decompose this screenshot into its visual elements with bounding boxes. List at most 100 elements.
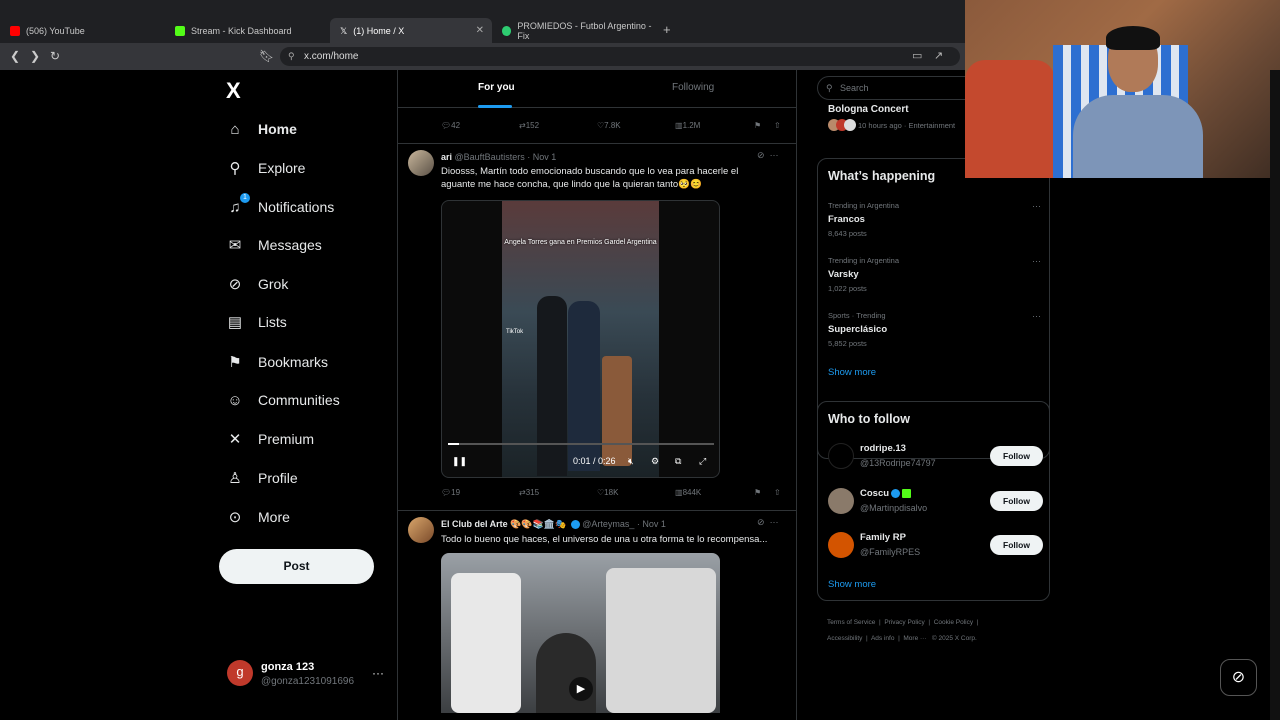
forward-icon[interactable]: ❯ [30, 49, 40, 63]
share-icon[interactable]: ↗ [934, 49, 943, 62]
footer-link[interactable]: Terms of Service [827, 619, 875, 626]
address-bar[interactable]: ⚲ x.com/home [280, 47, 960, 66]
author-handle[interactable]: @BauftBautisters [455, 152, 525, 162]
follow-suggestion[interactable]: Family RP @FamilyRPES Follow [828, 530, 1043, 560]
tab-for-you[interactable]: For you [478, 82, 515, 93]
show-more-link[interactable]: Show more [828, 579, 876, 590]
account-switcher[interactable]: g gonza 123 @gonza1231091696 ··· [227, 660, 387, 690]
pip-icon[interactable]: ⧉ [675, 456, 681, 467]
nav-messages[interactable]: ✉ Messages [226, 231, 322, 259]
more-dots-icon[interactable]: ··· [770, 517, 779, 527]
nav-lists[interactable]: ▤ Lists [226, 308, 287, 336]
footer-link[interactable]: More ··· [903, 635, 926, 642]
follow-button[interactable]: Follow [990, 535, 1043, 555]
suggestion-name: Coscu [860, 488, 890, 499]
nav-label: Messages [258, 237, 322, 253]
site-info-icon[interactable]: ⚲ [288, 47, 295, 66]
close-tab-icon[interactable]: ✕ [476, 25, 484, 36]
like-button[interactable]: ♡ 18K [597, 488, 618, 497]
fullscreen-icon[interactable]: ⤢ [699, 456, 706, 467]
follow-button[interactable]: Follow [990, 491, 1043, 511]
trend-item[interactable]: Trending in Argentina Varsky 1,022 posts… [828, 256, 1043, 293]
browser-tab-kick[interactable]: Stream - Kick Dashboard [165, 18, 330, 43]
more-dots-icon[interactable]: ··· [1032, 311, 1041, 321]
tab-following[interactable]: Following [672, 82, 714, 93]
views-button[interactable]: ▥ 844K [675, 488, 701, 497]
avatar[interactable] [408, 517, 434, 543]
x-logo-icon[interactable]: X [226, 78, 241, 104]
video-person [568, 301, 600, 471]
share-icon[interactable]: ⇧ [774, 121, 781, 130]
reply-count: 19 [451, 488, 461, 497]
reload-icon[interactable]: ↻ [50, 49, 60, 63]
top-trend[interactable]: Bologna Concert 10 hours ago · Entertain… [828, 104, 955, 131]
author-name[interactable]: ari [441, 152, 452, 162]
video-podium [602, 356, 632, 466]
back-icon[interactable]: ❮ [10, 49, 20, 63]
new-tab-icon[interactable]: + [663, 22, 671, 37]
follow-suggestion[interactable]: Coscu @Martinpdisalvo Follow [828, 486, 1043, 516]
nav-home[interactable]: ⌂ Home [226, 115, 296, 143]
more-dots-icon[interactable]: ··· [1032, 256, 1041, 266]
video-player[interactable]: Angela Torres gana en Premios Gardel Arg… [441, 200, 720, 478]
nav-communities[interactable]: ☺ Communities [226, 386, 339, 414]
trend-category: Sports · Trending [828, 311, 886, 320]
show-more-link[interactable]: Show more [828, 367, 876, 378]
view-count: 844K [682, 488, 702, 497]
more-dots-icon[interactable]: ··· [372, 666, 384, 680]
cast-icon[interactable]: ▭ [912, 49, 922, 62]
post-button[interactable]: Post [219, 549, 374, 584]
trend-item[interactable]: Trending in Argentina Francos 8,643 post… [828, 201, 1043, 238]
tweet-tools: ⊘ ··· [757, 517, 779, 528]
nav-notifications[interactable]: ♫ 1 Notifications [226, 192, 334, 221]
trend-count: 8,643 posts [828, 229, 867, 238]
verified-badge-icon [570, 520, 580, 530]
reply-button[interactable]: 💬︎ 19 [441, 488, 460, 497]
nav-grok[interactable]: ⊘ Grok [226, 270, 289, 298]
follow-suggestion[interactable]: rodripe.13 @13Rodripe74797 Follow [828, 441, 1043, 471]
nav-explore[interactable]: ⚲ Explore [226, 154, 306, 182]
repost-button[interactable]: ⇄ 315 [519, 488, 539, 497]
repost-button[interactable]: ⇄ 152 [519, 121, 539, 130]
play-icon[interactable]: ▶ [569, 677, 593, 701]
trend-item[interactable]: Sports · Trending Superclásico 5,852 pos… [828, 311, 1043, 348]
grok-fab-icon[interactable]: ⊘ [1220, 659, 1257, 696]
tweet-media[interactable]: ▶ [441, 553, 720, 713]
footer-link[interactable]: Privacy Policy [884, 619, 924, 626]
search-placeholder: Search [840, 83, 869, 93]
pause-icon[interactable]: ❚❚ [452, 456, 467, 467]
more-dots-icon[interactable]: ··· [770, 150, 779, 160]
footer-link[interactable]: Cookie Policy [934, 619, 973, 626]
bookmark-icon[interactable]: ⚑ [754, 488, 761, 497]
settings-icon[interactable]: ⚙ [651, 456, 659, 467]
author-handle[interactable]: @Arteymas_ [582, 519, 634, 529]
like-button[interactable]: ♡ 7.8K [597, 121, 621, 130]
video-progress-bar[interactable] [448, 443, 714, 445]
reply-button[interactable]: 💬︎ 42 [441, 121, 460, 130]
nav-more[interactable]: ⊙ More [226, 503, 290, 531]
bookmark-page-icon[interactable]: 🔖︎ [259, 49, 274, 63]
tweet-date[interactable]: · Nov 1 [527, 152, 556, 162]
bookmark-icon[interactable]: ⚑ [754, 121, 761, 130]
grok-icon[interactable]: ⊘ [757, 150, 765, 160]
browser-tab-promiedos[interactable]: PROMIEDOS - Futbol Argentino - Fix [492, 18, 657, 43]
video-frame: Angela Torres gana en Premios Gardel Arg… [502, 201, 659, 477]
follow-button[interactable]: Follow [990, 446, 1043, 466]
nav-premium[interactable]: ✕ Premium [226, 425, 314, 453]
browser-tab-youtube[interactable]: (506) YouTube [0, 18, 165, 43]
avatar[interactable] [408, 150, 434, 176]
footer-link[interactable]: Accessibility [827, 635, 862, 642]
browser-tab-x[interactable]: 𝕏 (1) Home / X ✕ [330, 18, 492, 43]
tweet-date[interactable]: · Nov 1 [637, 519, 666, 529]
scrollbar[interactable] [1270, 70, 1280, 720]
nav-profile[interactable]: ♙ Profile [226, 464, 297, 492]
mute-icon[interactable]: 🔇︎ [628, 456, 634, 467]
more-dots-icon[interactable]: ··· [1032, 201, 1041, 211]
grok-icon[interactable]: ⊘ [757, 517, 765, 527]
views-button[interactable]: ▥ 1.2M [675, 121, 700, 130]
tweet-text: Dioosss, Martín todo emocionado buscando… [441, 166, 739, 190]
author-name[interactable]: El Club del Arte 🎨🎨📚🏛️🎭 [441, 519, 566, 529]
footer-link[interactable]: Ads info [871, 635, 895, 642]
share-icon[interactable]: ⇧ [774, 488, 781, 497]
nav-bookmarks[interactable]: ⚑ Bookmarks [226, 348, 328, 376]
